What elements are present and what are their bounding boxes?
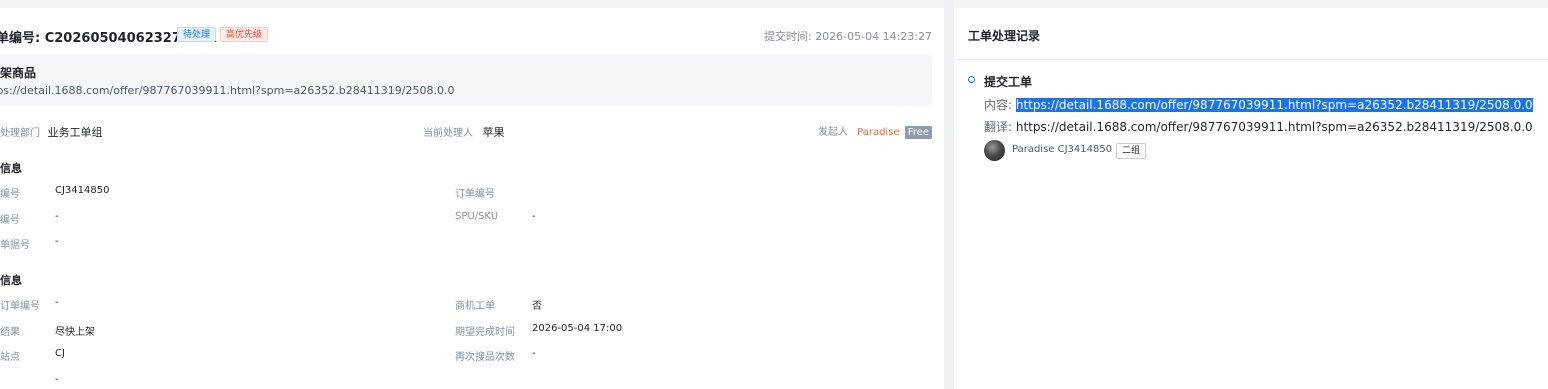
- field-value: 2026-05-04 17:00: [532, 323, 623, 334]
- record-title: 工单处理记录: [968, 29, 1041, 43]
- field-value: 否: [532, 301, 542, 312]
- record-content-row: 内容: https://detail.1688.com/offer/987767…: [984, 96, 1533, 113]
- timeline-event-title: 提交工单: [984, 75, 1033, 89]
- submit-time-label: 提交时间:: [763, 30, 812, 43]
- ticket-detail-panel: 单编号: C202605040623274541 待处理 高优先级 提交时间: …: [0, 8, 944, 389]
- timeline-dot-icon: [968, 76, 975, 83]
- field-label: 编号: [0, 215, 20, 226]
- ticket-content-box: 架商品 tps://detail.1688.com/offer/98776703…: [0, 54, 932, 106]
- field-label: 期望完成时间: [455, 327, 515, 338]
- section-title: 信息: [0, 274, 22, 287]
- field-value: -: [55, 211, 59, 222]
- content-url[interactable]: tps://detail.1688.com/offer/987767039911…: [0, 84, 454, 97]
- field-value: CJ3414850: [55, 185, 110, 196]
- group-badge: 二组: [1116, 143, 1147, 159]
- field-label: 商机工单: [455, 301, 495, 312]
- initiator-field: 发起人 Paradise Free: [817, 123, 932, 139]
- handler-label: 当前处理人: [423, 128, 473, 139]
- panel-divider: [944, 0, 954, 389]
- field-label: 站点: [0, 352, 20, 363]
- field-value: -: [55, 374, 59, 385]
- dept-value: 业务工单组: [47, 126, 103, 139]
- record-user: Paradise CJ3414850: [1012, 144, 1113, 155]
- submit-time-value: 2026-05-04 14:23:27: [815, 30, 932, 43]
- record-content-value[interactable]: https://detail.1688.com/offer/9877670399…: [1015, 98, 1533, 112]
- priority-badge: 高优先级: [220, 27, 269, 42]
- field-value: CJ: [55, 348, 65, 359]
- handler-value: 苹果: [482, 126, 505, 139]
- submit-time: 提交时间: 2026-05-04 14:23:27: [764, 28, 932, 44]
- field-label: 订单编号: [455, 189, 495, 200]
- record-translate-row: 翻译: https://detail.1688.com/offer/987767…: [984, 118, 1533, 135]
- field-label: 再次搜品次数: [455, 352, 515, 363]
- dept-label: 处理部门: [0, 128, 40, 139]
- section-title: 信息: [0, 162, 22, 175]
- field-label: SPU/SKU: [455, 211, 499, 222]
- record-translate-label: 翻译:: [984, 120, 1013, 134]
- record-panel: 工单处理记录 提交工单 内容: https://detail.1688.com/…: [954, 8, 1548, 389]
- dept-field: 处理部门 业务工单组: [0, 124, 103, 140]
- field-value: -: [532, 211, 536, 222]
- initiator-badge: Free: [904, 126, 932, 139]
- field-value: 尽快上架: [55, 327, 95, 338]
- handler-field: 当前处理人 苹果: [423, 124, 505, 140]
- initiator-label: 发起人: [817, 127, 848, 138]
- status-badge: 待处理: [177, 27, 217, 42]
- record-translate-value[interactable]: https://detail.1688.com/offer/9877670399…: [1016, 120, 1533, 134]
- field-label: 编号: [0, 189, 20, 200]
- initiator-name[interactable]: Paradise: [857, 127, 899, 138]
- field-label: 结果: [0, 327, 20, 338]
- record-content-label: 内容:: [984, 98, 1013, 112]
- divider: [954, 59, 1548, 60]
- field-value: -: [55, 236, 59, 247]
- field-value: -: [55, 297, 59, 308]
- field-value: -: [532, 348, 536, 359]
- content-title: 架商品: [0, 66, 37, 80]
- avatar: [984, 140, 1005, 161]
- field-label: 订单编号: [0, 301, 40, 312]
- field-label: 单据号: [0, 240, 30, 251]
